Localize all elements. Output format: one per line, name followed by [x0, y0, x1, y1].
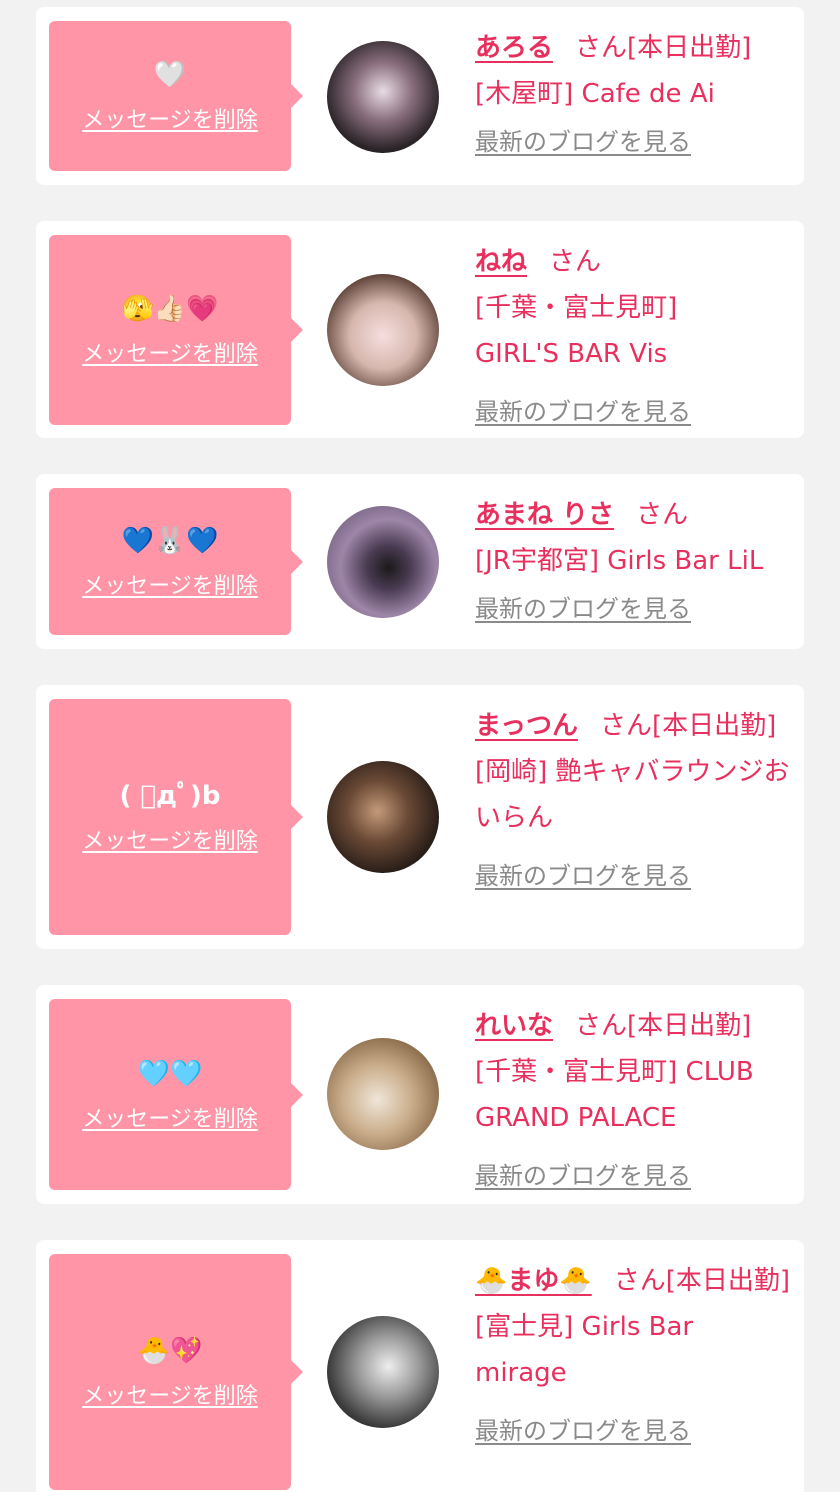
- message-text: 🤍: [153, 60, 187, 90]
- latest-blog-link[interactable]: 最新のブログを見る: [475, 119, 793, 165]
- message-card: 🩵🩵 メッセージを削除 れいな さん[本日出勤] [千葉・富士見町] CLUB G…: [36, 985, 804, 1204]
- status-text: [本日出勤]: [651, 711, 777, 741]
- profile-info: あろる さん[本日出勤] [木屋町] Cafe de Ai 最新のブログを見る: [475, 25, 793, 165]
- delete-message-link[interactable]: メッセージを削除: [82, 1378, 258, 1410]
- profile-info: まっつん さん[本日出勤] [岡崎] 艶キャバラウンジおいらん 最新のブログを見る: [475, 703, 793, 899]
- message-text: 🐣💖: [137, 1336, 203, 1366]
- avatar[interactable]: [327, 1038, 439, 1150]
- profile-info: れいな さん[本日出勤] [千葉・富士見町] CLUB GRAND PALACE …: [475, 1003, 793, 1199]
- profile-name-link[interactable]: まっつん: [475, 711, 578, 741]
- latest-blog-link[interactable]: 最新のブログを見る: [475, 853, 793, 899]
- message-bubble: ( ﾟдﾟ)b メッセージを削除: [49, 699, 303, 935]
- latest-blog-link[interactable]: 最新のブログを見る: [475, 389, 793, 435]
- message-card: 🤍 メッセージを削除 あろる さん[本日出勤] [木屋町] Cafe de Ai …: [36, 7, 804, 185]
- message-card: 🐣💖 メッセージを削除 🐣まゆ🐣 さん[本日出勤] [富士見] Girls Bar…: [36, 1240, 804, 1492]
- shop-text: [木屋町] Cafe de Ai: [475, 79, 715, 109]
- avatar[interactable]: [327, 1316, 439, 1428]
- profile-name-link[interactable]: ねね: [475, 247, 527, 277]
- message-text: 💙🐰💙: [121, 525, 219, 556]
- honorific: さん: [549, 247, 602, 277]
- message-card: 💙🐰💙 メッセージを削除 あまね りさ さん [JR宇都宮] Girls Bar …: [36, 474, 804, 649]
- message-card: ( ﾟдﾟ)b メッセージを削除 まっつん さん[本日出勤] [岡崎] 艶キャバラ…: [36, 685, 804, 949]
- latest-blog-link[interactable]: 最新のブログを見る: [475, 1408, 793, 1454]
- message-card: 🫣👍🏻💗 メッセージを削除 ねね さん [千葉・富士見町] GIRL'S BAR …: [36, 221, 804, 438]
- latest-blog-link[interactable]: 最新のブログを見る: [475, 1153, 793, 1199]
- profile-info: 🐣まゆ🐣 さん[本日出勤] [富士見] Girls Bar mirage 最新のブ…: [475, 1258, 793, 1454]
- message-text: ( ﾟдﾟ)b: [119, 781, 221, 811]
- message-bubble: 🤍 メッセージを削除: [49, 21, 303, 171]
- latest-blog-link[interactable]: 最新のブログを見る: [475, 586, 793, 632]
- delete-message-link[interactable]: メッセージを削除: [82, 568, 258, 600]
- avatar[interactable]: [327, 506, 439, 618]
- message-text: 🫣👍🏻💗: [121, 294, 219, 324]
- avatar[interactable]: [327, 761, 439, 873]
- profile-info: ねね さん [千葉・富士見町] GIRL'S BAR Vis 最新のブログを見る: [475, 239, 793, 435]
- message-list: 🤍 メッセージを削除 あろる さん[本日出勤] [木屋町] Cafe de Ai …: [0, 0, 840, 1492]
- message-bubble: 🐣💖 メッセージを削除: [49, 1254, 303, 1490]
- profile-name-link[interactable]: れいな: [475, 1011, 553, 1041]
- message-bubble: 🫣👍🏻💗 メッセージを削除: [49, 235, 303, 425]
- message-text: 🩵🩵: [137, 1058, 203, 1089]
- message-bubble: 💙🐰💙 メッセージを削除: [49, 488, 303, 635]
- shop-text: [岡崎] 艶キャバラウンジおいらん: [475, 757, 790, 833]
- honorific: さん: [636, 500, 689, 530]
- status-text: [本日出勤]: [627, 1011, 752, 1041]
- delete-message-link[interactable]: メッセージを削除: [82, 336, 258, 368]
- profile-name-link[interactable]: あまね りさ: [475, 500, 614, 530]
- profile-name-link[interactable]: あろる: [475, 33, 553, 63]
- honorific: さん: [575, 1011, 628, 1041]
- shop-text: [千葉・富士見町] GIRL'S BAR Vis: [475, 293, 678, 369]
- avatar[interactable]: [327, 41, 439, 153]
- shop-text: [富士見] Girls Bar mirage: [475, 1312, 694, 1388]
- message-bubble: 🩵🩵 メッセージを削除: [49, 999, 303, 1190]
- shop-text: [千葉・富士見町] CLUB GRAND PALACE: [475, 1057, 754, 1133]
- status-text: [本日出勤]: [665, 1266, 791, 1296]
- status-text: [本日出勤]: [627, 33, 752, 63]
- delete-message-link[interactable]: メッセージを削除: [82, 823, 258, 855]
- delete-message-link[interactable]: メッセージを削除: [82, 1101, 258, 1133]
- avatar[interactable]: [327, 274, 439, 386]
- honorific: さん: [599, 711, 652, 741]
- honorific: さん: [613, 1266, 666, 1296]
- delete-message-link[interactable]: メッセージを削除: [82, 102, 258, 134]
- shop-text: [JR宇都宮] Girls Bar LiL: [475, 546, 764, 576]
- profile-info: あまね りさ さん [JR宇都宮] Girls Bar LiL 最新のブログを見る: [475, 492, 793, 632]
- profile-name-link[interactable]: 🐣まゆ🐣: [475, 1266, 592, 1296]
- honorific: さん: [575, 33, 628, 63]
